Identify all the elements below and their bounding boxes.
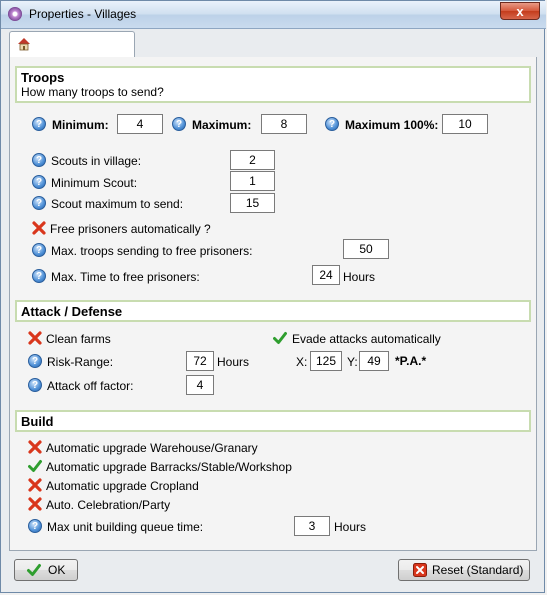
queue-label: Max unit building queue time:: [47, 520, 204, 534]
ok-label: OK: [48, 563, 66, 577]
minimum-input[interactable]: 4: [117, 114, 163, 134]
x-coord-label: X:: [296, 355, 308, 369]
pa-label: *P.A.*: [395, 354, 427, 368]
max-troops-prisoners-input[interactable]: 50: [343, 239, 389, 259]
risk-range-label: Risk-Range:: [47, 355, 114, 369]
x-icon[interactable]: [28, 440, 42, 454]
y-coord-input[interactable]: 49: [359, 351, 389, 371]
maximum-input[interactable]: 8: [261, 114, 307, 134]
help-icon[interactable]: ?: [172, 117, 186, 131]
help-icon[interactable]: ?: [32, 117, 46, 131]
tab-strip: [9, 31, 537, 58]
reset-icon: [413, 563, 427, 577]
help-icon[interactable]: ?: [325, 117, 339, 131]
cropland-label: Automatic upgrade Cropland: [46, 479, 199, 493]
maximum-100-input[interactable]: 10: [442, 114, 488, 134]
max-time-prisoners-label: Max. Time to free prisoners:: [51, 270, 200, 284]
maximum-label: Maximum:: [192, 118, 252, 132]
max-time-prisoners-input[interactable]: 24: [312, 265, 340, 285]
tab-village[interactable]: [9, 31, 135, 57]
help-icon[interactable]: ?: [28, 378, 42, 392]
attack-off-input[interactable]: 4: [186, 375, 214, 395]
x-icon[interactable]: [32, 221, 46, 235]
x-coord-input[interactable]: 125: [310, 351, 342, 371]
queue-input[interactable]: 3: [294, 516, 330, 536]
min-scout-input[interactable]: 1: [230, 171, 275, 191]
clean-farms-label: Clean farms: [46, 332, 111, 346]
barracks-label: Automatic upgrade Barracks/Stable/Worksh…: [46, 460, 292, 474]
y-coord-label: Y:: [347, 355, 358, 369]
check-icon[interactable]: [28, 459, 42, 473]
x-icon[interactable]: [28, 497, 42, 511]
hours-unit: Hours: [343, 270, 376, 284]
app-icon: [8, 7, 22, 21]
scout-max-label: Scout maximum to send:: [51, 197, 184, 211]
min-scout-label: Minimum Scout:: [51, 176, 138, 190]
celebration-label: Auto. Celebration/Party: [46, 498, 171, 512]
ok-button[interactable]: OK: [14, 559, 78, 581]
properties-window: Properties - Villages x Troops How many …: [0, 0, 546, 593]
help-icon[interactable]: ?: [32, 153, 46, 167]
scouts-label: Scouts in village:: [51, 154, 142, 168]
max-troops-prisoners-label: Max. troops sending to free prisoners:: [51, 244, 253, 258]
warehouse-label: Automatic upgrade Warehouse/Granary: [46, 441, 258, 455]
reset-label: Reset (Standard): [432, 563, 524, 577]
attack-off-label: Attack off factor:: [47, 379, 134, 393]
troops-title: Troops: [21, 70, 65, 85]
check-icon: [27, 564, 41, 576]
scouts-input[interactable]: 2: [230, 150, 275, 170]
hours-unit: Hours: [334, 520, 367, 534]
help-icon[interactable]: ?: [32, 196, 46, 210]
help-icon[interactable]: ?: [32, 175, 46, 189]
x-icon[interactable]: [28, 478, 42, 492]
title-bar[interactable]: Properties - Villages x: [1, 1, 546, 29]
free-prisoners-label: Free prisoners automatically ?: [50, 222, 211, 236]
risk-range-input[interactable]: 72: [186, 351, 214, 371]
reset-button[interactable]: Reset (Standard): [398, 559, 530, 581]
attack-header: Attack / Defense: [15, 300, 531, 322]
evade-label: Evade attacks automatically: [292, 332, 441, 346]
build-title: Build: [21, 414, 54, 429]
close-button[interactable]: x: [500, 2, 540, 20]
help-icon[interactable]: ?: [28, 519, 42, 533]
house-icon: [18, 38, 30, 51]
window-title: Properties - Villages: [29, 7, 137, 21]
attack-title: Attack / Defense: [21, 304, 123, 319]
help-icon[interactable]: ?: [32, 269, 46, 283]
minimum-label: Minimum:: [52, 118, 109, 132]
help-icon[interactable]: ?: [32, 243, 46, 257]
troops-header: Troops How many troops to send?: [15, 66, 531, 103]
troops-subtitle: How many troops to send?: [21, 85, 164, 99]
check-icon[interactable]: [273, 331, 287, 345]
build-header: Build: [15, 410, 531, 432]
scout-max-input[interactable]: 15: [230, 193, 275, 213]
x-icon[interactable]: [28, 331, 42, 345]
maximum-100-label: Maximum 100%:: [345, 118, 439, 132]
help-icon[interactable]: ?: [28, 354, 42, 368]
hours-unit: Hours: [217, 355, 250, 369]
